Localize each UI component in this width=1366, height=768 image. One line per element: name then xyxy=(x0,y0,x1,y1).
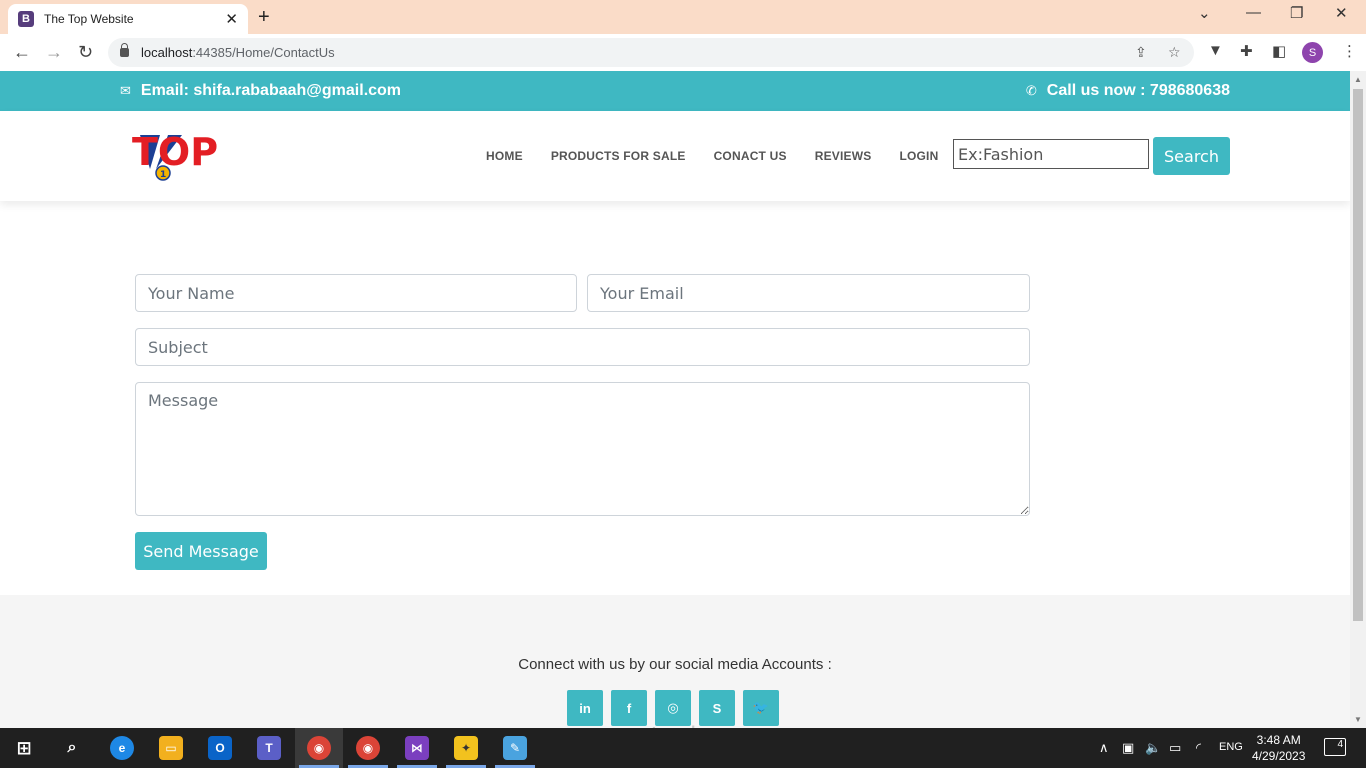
tray-chevron-icon[interactable]: ∧ xyxy=(1099,740,1109,756)
battery-icon[interactable]: ▭ xyxy=(1169,740,1181,756)
search-icon[interactable]: ⌕ xyxy=(60,736,84,760)
edge-icon[interactable]: e xyxy=(110,736,134,760)
browser-tab[interactable]: B The Top Website ✕ xyxy=(8,4,248,34)
visual-studio-icon[interactable]: ⋈ xyxy=(405,736,429,760)
scroll-thumb[interactable] xyxy=(1353,89,1363,621)
date-text: 4/29/2023 xyxy=(1252,749,1306,763)
volume-icon[interactable]: 🔈 xyxy=(1145,740,1161,756)
scroll-down-icon[interactable]: ▼ xyxy=(1354,715,1362,724)
contact-top-bar: ✉ Email: shifa.rababaah@gmail.com ✆ Call… xyxy=(0,71,1350,111)
address-bar[interactable]: localhost:44385/Home/ContactUs ⇪ ☆ xyxy=(108,38,1194,67)
side-panel-icon[interactable]: ◧ xyxy=(1272,42,1286,60)
connect-text: Connect with us by our social media Acco… xyxy=(518,656,832,673)
site-header: TOP 1 HOME PRODUCTS FOR SALE CONACT US R… xyxy=(0,111,1350,201)
facebook-icon[interactable]: f xyxy=(611,690,647,726)
search-button[interactable]: Search xyxy=(1153,137,1230,175)
web-page: ✉ Email: shifa.rababaah@gmail.com ✆ Call… xyxy=(0,71,1350,728)
phone-icon: ✆ xyxy=(1025,83,1037,98)
nav-products-for-sale[interactable]: PRODUCTS FOR SALE xyxy=(551,149,686,163)
envelope-icon: ✉ xyxy=(120,83,131,98)
nav-home[interactable]: HOME xyxy=(486,149,523,163)
minimize-icon[interactable]: — xyxy=(1246,4,1261,21)
nav-login[interactable]: LOGIN xyxy=(899,149,938,163)
scroll-up-icon[interactable]: ▲ xyxy=(1354,75,1362,84)
browser-tab-bar: B The Top Website ✕ + ⌄ — ❐ ✕ xyxy=(0,0,1366,34)
profile-avatar[interactable]: S xyxy=(1302,42,1323,63)
clock[interactable]: 3:48 AM 4/29/2023 xyxy=(1252,732,1305,764)
reload-icon[interactable]: ↻ xyxy=(78,42,93,63)
notifications-icon[interactable]: 4 xyxy=(1324,738,1346,756)
extensions-puzzle-icon[interactable]: ✚ xyxy=(1240,42,1253,60)
file-explorer-icon[interactable]: ▭ xyxy=(159,736,183,760)
linkedin-icon[interactable]: in xyxy=(567,690,603,726)
outlook-icon[interactable]: O xyxy=(208,736,232,760)
message-field[interactable] xyxy=(135,382,1030,516)
medal-number: 1 xyxy=(160,170,166,180)
close-tab-icon[interactable]: ✕ xyxy=(225,10,238,28)
nav-reviews[interactable]: REVIEWS xyxy=(815,149,872,163)
meet-now-icon[interactable]: ▣ xyxy=(1122,740,1134,756)
new-tab-icon[interactable]: + xyxy=(258,6,270,29)
menu-kebab-icon[interactable]: ⋮ xyxy=(1342,42,1357,60)
main-nav: HOME PRODUCTS FOR SALE CONACT US REVIEWS… xyxy=(486,149,966,163)
phone-text: Call us now : 798680638 xyxy=(1046,82,1230,99)
chrome-icon[interactable]: ◉ xyxy=(356,736,380,760)
windows-taskbar: ⊞ ⌕ e ▭ O T ◉ ◉ ⋈ ✦ ✎ ∧ ▣ 🔈 ▭ ◜ ENG 3:48… xyxy=(0,728,1366,768)
nav-contact-us[interactable]: CONACT US xyxy=(714,149,787,163)
sql-tools-icon[interactable]: ✦ xyxy=(454,736,478,760)
page-scrollbar[interactable]: ▲ ▼ xyxy=(1350,71,1366,728)
send-message-button[interactable]: Send Message xyxy=(135,532,267,570)
bookmark-star-icon[interactable]: ☆ xyxy=(1168,44,1181,61)
windows-start-icon[interactable]: ⊞ xyxy=(12,736,36,760)
site-footer: Connect with us by our social media Acco… xyxy=(0,595,1350,728)
url-text: localhost:44385/Home/ContactUs xyxy=(141,45,335,60)
restore-icon[interactable]: ❐ xyxy=(1290,4,1303,22)
share-icon[interactable]: ⇪ xyxy=(1135,44,1147,61)
teams-icon[interactable]: T xyxy=(257,736,281,760)
skype-icon[interactable]: S xyxy=(699,690,735,726)
network-icon[interactable]: ◜ xyxy=(1196,740,1201,756)
top-phone: ✆ Call us now : 798680638 xyxy=(1026,82,1230,100)
top-logo[interactable]: TOP 1 xyxy=(132,133,270,181)
top-email: ✉ Email: shifa.rababaah@gmail.com xyxy=(120,82,401,100)
paint-icon[interactable]: ✎ xyxy=(503,736,527,760)
email-field[interactable] xyxy=(587,274,1030,312)
vuetify-extension-icon[interactable]: ▼ xyxy=(1208,42,1223,59)
email-text: Email: shifa.rababaah@gmail.com xyxy=(140,82,402,99)
forward-icon[interactable]: → xyxy=(45,42,63,63)
social-links: in f ◎ S 🐦 xyxy=(567,690,787,726)
twitter-icon[interactable]: 🐦 xyxy=(743,690,779,726)
time-text: 3:48 AM xyxy=(1256,733,1301,747)
back-icon[interactable]: ← xyxy=(13,42,31,63)
instagram-icon[interactable]: ◎ xyxy=(655,690,691,726)
browser-toolbar: ← → ↻ localhost:44385/Home/ContactUs ⇪ ☆ xyxy=(0,34,1366,71)
search-input[interactable] xyxy=(953,139,1149,169)
tab-search-chevron-icon[interactable]: ⌄ xyxy=(1198,4,1211,22)
logo-text: TOP xyxy=(132,133,218,174)
tab-title: The Top Website xyxy=(44,12,134,26)
subject-field[interactable] xyxy=(135,328,1030,366)
name-field[interactable] xyxy=(135,274,577,312)
bootstrap-favicon-icon: B xyxy=(18,11,34,27)
language-indicator[interactable]: ENG xyxy=(1219,741,1243,753)
lock-icon xyxy=(120,43,129,57)
close-window-icon[interactable]: ✕ xyxy=(1335,4,1348,22)
chrome-profile-icon[interactable]: ◉ xyxy=(307,736,331,760)
